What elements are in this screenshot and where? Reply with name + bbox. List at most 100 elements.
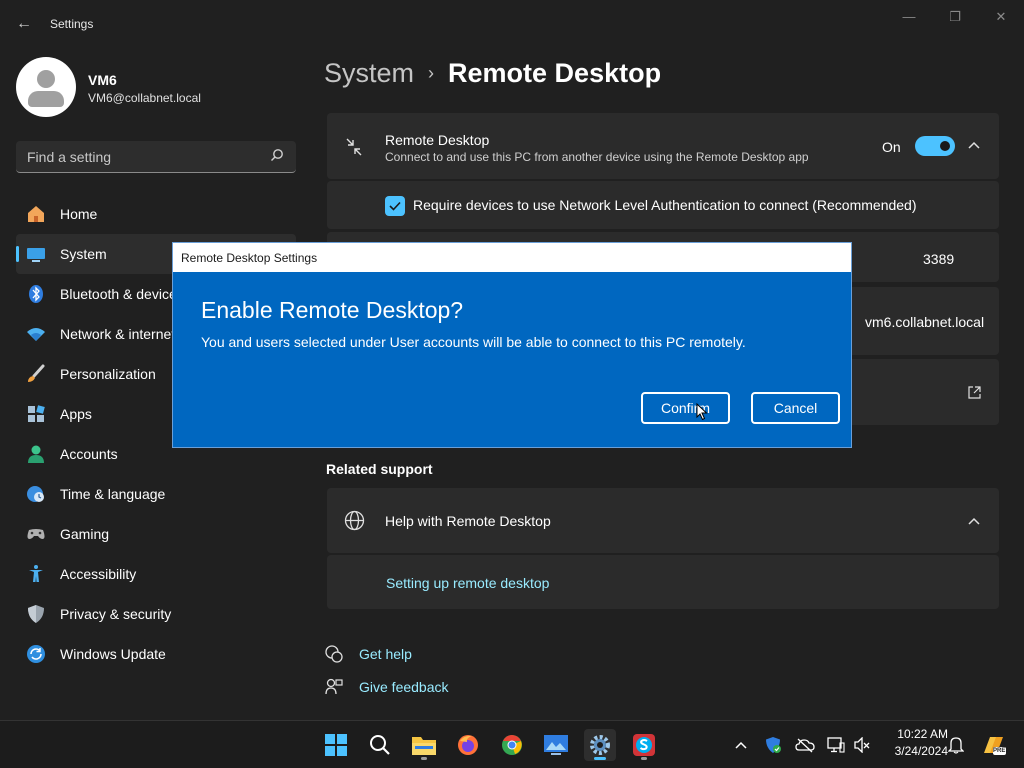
close-icon: ✕ [995, 9, 1007, 24]
sidebar-item-privacy-security[interactable]: Privacy & security [16, 594, 296, 634]
taskbar: PRE [0, 720, 1024, 768]
accounts-icon [26, 444, 46, 464]
user-email: VM6@collabnet.local [88, 91, 201, 105]
taskbar-remote-desktop-app[interactable] [540, 729, 572, 761]
sidebar-item-label: System [60, 246, 107, 262]
taskbar-skype[interactable] [628, 729, 660, 761]
search-icon [271, 149, 283, 161]
clock-date: 3/24/2024 [894, 744, 948, 758]
taskbar-clock[interactable]: 10:22 AM 3/24/2024 [878, 726, 948, 760]
defender-shield-icon [766, 737, 781, 753]
chevron-up-icon [735, 741, 747, 749]
help-expanded-panel: Setting up remote desktop [327, 555, 999, 609]
avatar-body [28, 91, 64, 107]
sidebar-item-label: Windows Update [60, 646, 166, 662]
clock-globe-icon [26, 484, 46, 504]
help-title: Help with Remote Desktop [385, 513, 551, 529]
globe-icon [344, 510, 365, 531]
volume-muted-icon [854, 737, 870, 753]
sidebar-item-windows-update[interactable]: Windows Update [16, 634, 296, 674]
remote-desktop-toggle[interactable] [915, 136, 955, 156]
sidebar-item-label: Home [60, 206, 98, 222]
maximize-icon: ❐ [949, 9, 961, 24]
remote-desktop-description: Connect to and use this PC from another … [385, 150, 809, 164]
active-indicator [16, 246, 19, 262]
taskbar-chrome[interactable] [496, 729, 528, 761]
sidebar-item-time-language[interactable]: Time & language [16, 474, 296, 514]
firefox-icon [458, 735, 478, 755]
sidebar-item-accessibility[interactable]: Accessibility [16, 554, 296, 594]
sidebar-item-label: Bluetooth & devices [60, 286, 184, 302]
windows-logo-icon [325, 734, 347, 756]
sidebar-item-label: Apps [60, 406, 92, 422]
taskbar-file-explorer[interactable] [408, 729, 440, 761]
app-title: Settings [50, 17, 94, 31]
sidebar-item-label: Privacy & security [60, 606, 172, 622]
external-link-icon [968, 386, 981, 399]
breadcrumb: System › Remote Desktop [324, 58, 661, 89]
network-icon [26, 324, 46, 344]
maximize-button[interactable]: ❐ [932, 6, 978, 28]
minimize-button[interactable]: — [886, 6, 932, 28]
remote-desktop-app-icon [544, 735, 568, 755]
search-icon [370, 735, 390, 755]
onedrive-offline-icon [795, 738, 815, 753]
get-help-icon [325, 645, 343, 663]
taskbar-firefox[interactable] [452, 729, 484, 761]
folder-icon [412, 737, 436, 755]
help-remote-desktop-card[interactable]: Help with Remote Desktop [327, 488, 999, 553]
close-button[interactable]: ✕ [978, 6, 1024, 28]
taskbar-search-button[interactable] [364, 729, 396, 761]
brush-icon [26, 364, 46, 384]
start-button[interactable] [320, 729, 352, 761]
update-icon [26, 644, 46, 664]
back-button[interactable]: ← [10, 12, 38, 36]
search-placeholder: Find a setting [27, 149, 112, 165]
show-hidden-icons-button[interactable] [730, 733, 752, 757]
system-icon [26, 244, 46, 264]
remote-desktop-card[interactable]: Remote Desktop Connect to and use this P… [327, 113, 999, 179]
sidebar-item-label: Network & internet [60, 326, 176, 342]
confirm-button[interactable]: Confirm [641, 392, 730, 424]
tray-volume[interactable] [851, 733, 873, 757]
minimize-icon: — [902, 9, 916, 24]
taskbar-settings[interactable] [584, 729, 616, 761]
enable-remote-desktop-dialog: Remote Desktop Settings Enable Remote De… [172, 242, 852, 448]
tray-copilot-pre[interactable]: PRE [980, 733, 1008, 757]
avatar-head [37, 70, 55, 88]
sidebar-item-home[interactable]: Home [16, 194, 296, 234]
remote-desktop-icon [346, 138, 362, 156]
sidebar-item-gaming[interactable]: Gaming [16, 514, 296, 554]
nla-label: Require devices to use Network Level Aut… [413, 197, 917, 213]
tray-onedrive[interactable] [794, 733, 816, 757]
pc-name-value: vm6.collabnet.local [865, 314, 985, 330]
breadcrumb-parent[interactable]: System [324, 58, 414, 88]
give-feedback-link[interactable]: Give feedback [359, 679, 449, 695]
shield-icon [26, 604, 46, 624]
nla-checkbox[interactable] [385, 196, 405, 216]
search-input[interactable]: Find a setting [16, 141, 296, 173]
notifications-button[interactable] [945, 733, 967, 757]
chevron-up-icon[interactable] [968, 517, 980, 525]
pre-badge: PRE [993, 748, 1006, 754]
sidebar-item-label: Personalization [60, 366, 156, 382]
port-value: 3389 [923, 251, 955, 267]
get-help-link[interactable]: Get help [359, 646, 412, 662]
dialog-title-bar: Remote Desktop Settings [173, 243, 851, 272]
user-name: VM6 [88, 72, 117, 88]
apps-icon [26, 404, 46, 424]
accessibility-icon [26, 564, 46, 584]
bell-icon [948, 737, 964, 754]
dialog-heading: Enable Remote Desktop? [201, 297, 464, 323]
toggle-state-label: On [882, 139, 901, 155]
setting-up-remote-desktop-link[interactable]: Setting up remote desktop [386, 575, 549, 591]
tray-network[interactable] [825, 733, 847, 757]
dialog-message: You and users selected under User accoun… [201, 334, 746, 350]
nla-row: Require devices to use Network Level Aut… [327, 181, 999, 229]
cancel-button[interactable]: Cancel [751, 392, 840, 424]
network-monitor-icon [827, 737, 845, 753]
tray-defender[interactable] [762, 733, 784, 757]
chevron-up-icon[interactable] [968, 141, 980, 149]
running-indicator [594, 757, 606, 760]
avatar[interactable] [16, 57, 76, 117]
